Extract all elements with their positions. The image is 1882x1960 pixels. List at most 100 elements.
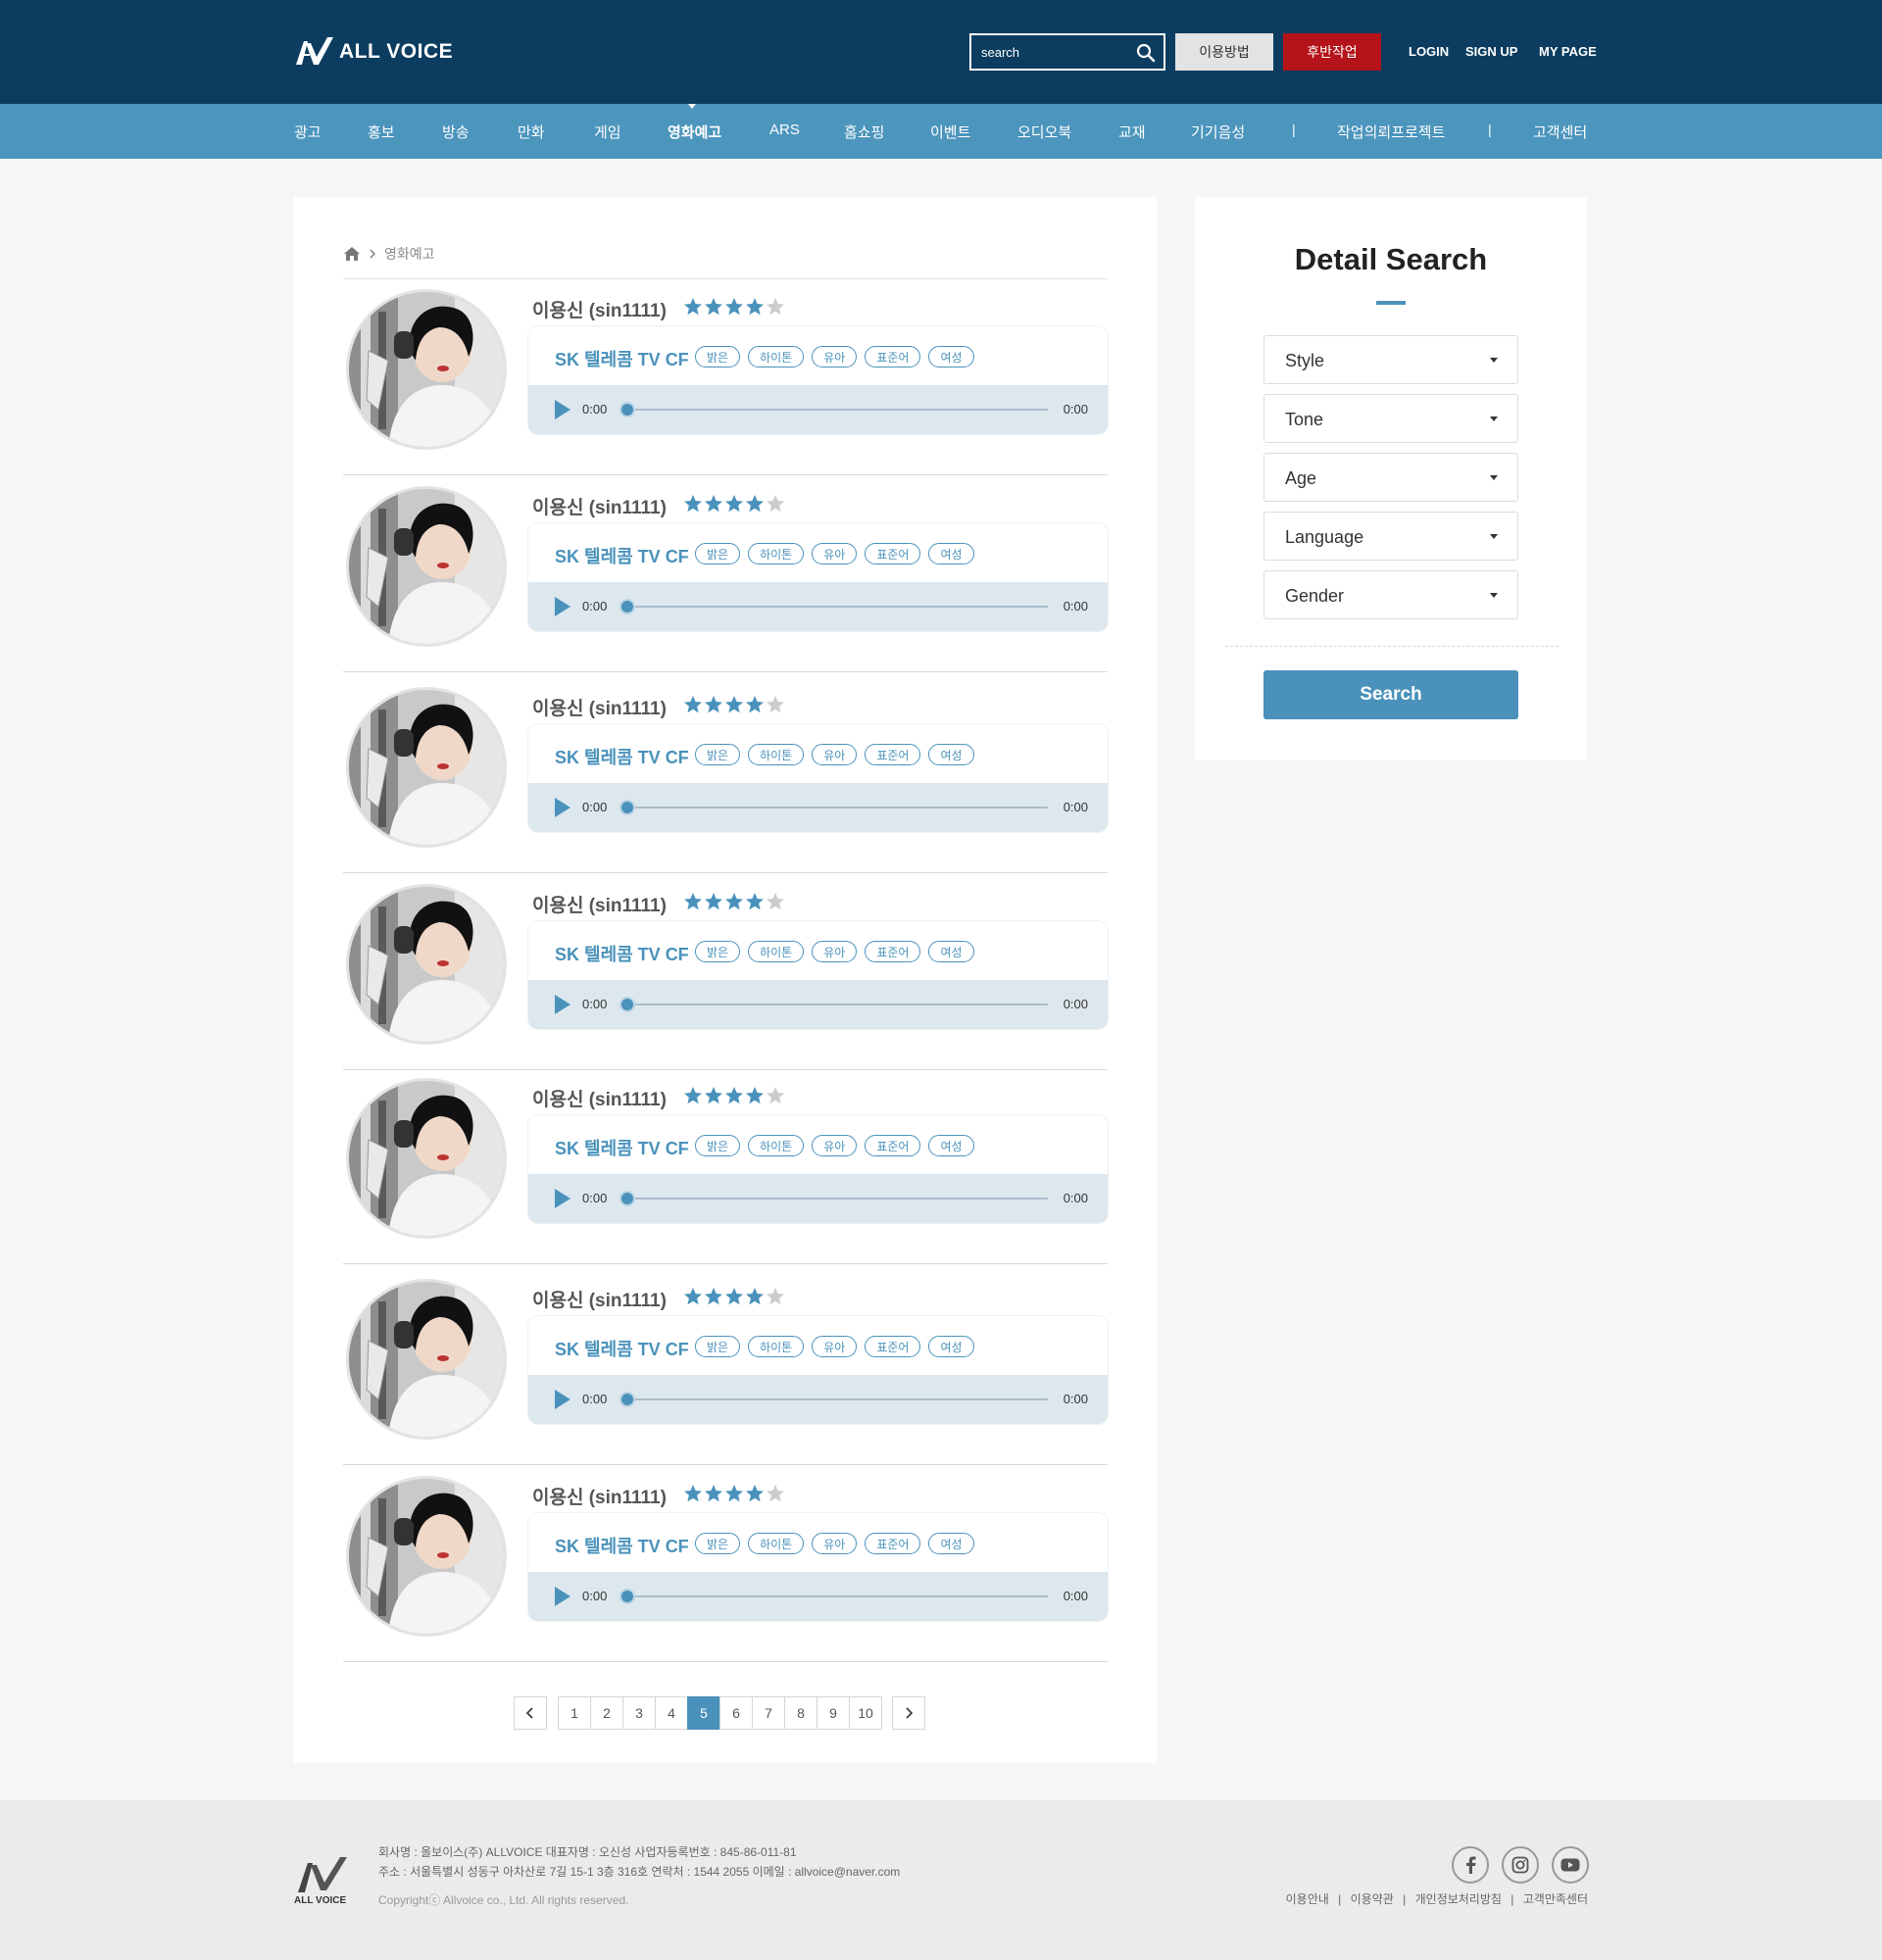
tag[interactable]: 밝은 (695, 941, 741, 962)
progress-handle[interactable] (619, 800, 635, 815)
tag[interactable]: 유아 (812, 1336, 858, 1357)
play-icon[interactable] (555, 1189, 570, 1208)
tag[interactable]: 여성 (928, 346, 974, 368)
page-button-current[interactable]: 5 (687, 1696, 720, 1730)
tag[interactable]: 하이톤 (748, 1135, 805, 1156)
progress-track[interactable] (626, 807, 1048, 808)
tone-select[interactable]: Tone (1263, 394, 1518, 443)
gender-select[interactable]: Gender (1263, 570, 1518, 619)
next-page-button[interactable] (892, 1696, 925, 1730)
instagram-icon[interactable] (1502, 1846, 1539, 1884)
youtube-icon[interactable] (1552, 1846, 1589, 1884)
tag[interactable]: 여성 (928, 941, 974, 962)
guide-button[interactable]: 이용방법 (1175, 33, 1273, 71)
tag[interactable]: 하이톤 (748, 1533, 805, 1554)
tag[interactable]: 여성 (928, 1135, 974, 1156)
tag[interactable]: 유아 (812, 941, 858, 962)
detail-search-button[interactable]: Search (1263, 670, 1518, 719)
logo[interactable]: ALL VOICE (294, 35, 453, 69)
sample-title[interactable]: SK 텔레콤 TV CF (555, 744, 689, 769)
tag[interactable]: 하이톤 (748, 346, 805, 368)
progress-track[interactable] (626, 606, 1048, 608)
page-button[interactable]: 10 (849, 1696, 882, 1730)
tag[interactable]: 표준어 (865, 1135, 921, 1156)
tag[interactable]: 밝은 (695, 744, 741, 765)
page-button[interactable]: 1 (558, 1696, 591, 1730)
tag[interactable]: 유아 (812, 1135, 858, 1156)
voice-actor-name[interactable]: 이용신 (sin1111) (532, 296, 667, 322)
page-button[interactable]: 7 (752, 1696, 785, 1730)
progress-handle[interactable] (619, 1589, 635, 1604)
avatar[interactable] (346, 1279, 507, 1440)
play-icon[interactable] (555, 1587, 570, 1606)
footer-link[interactable]: 개인정보처리방침 (1415, 1892, 1502, 1906)
search-input[interactable] (971, 35, 1128, 69)
nav-item-ars[interactable]: ARS (769, 122, 800, 138)
tag[interactable]: 하이톤 (748, 744, 805, 765)
tag[interactable]: 여성 (928, 1533, 974, 1554)
age-select[interactable]: Age (1263, 453, 1518, 502)
avatar[interactable] (346, 884, 507, 1045)
play-icon[interactable] (555, 1390, 570, 1409)
facebook-icon[interactable] (1452, 1846, 1489, 1884)
voice-actor-name[interactable]: 이용신 (sin1111) (532, 694, 667, 720)
nav-item-work-request[interactable]: 작업의뢰프로젝트 (1337, 122, 1445, 142)
page-button[interactable]: 3 (622, 1696, 656, 1730)
tag[interactable]: 표준어 (865, 941, 921, 962)
signup-link[interactable]: SIGN UP (1465, 44, 1517, 59)
sample-title[interactable]: SK 텔레콤 TV CF (555, 1135, 689, 1160)
page-button[interactable]: 4 (655, 1696, 688, 1730)
voice-actor-name[interactable]: 이용신 (sin1111) (532, 891, 667, 917)
nav-item-promo[interactable]: 홍보 (368, 122, 395, 142)
nav-item-event[interactable]: 이벤트 (930, 122, 970, 142)
tag[interactable]: 밝은 (695, 1533, 741, 1554)
mypage-link[interactable]: MY PAGE (1539, 44, 1597, 59)
nav-item-ad[interactable]: 광고 (294, 122, 322, 142)
play-icon[interactable] (555, 400, 570, 419)
play-icon[interactable] (555, 995, 570, 1014)
progress-track[interactable] (626, 1595, 1048, 1597)
avatar[interactable] (346, 486, 507, 647)
nav-item-customer-center[interactable]: 고객센터 (1533, 122, 1587, 142)
tag[interactable]: 표준어 (865, 346, 921, 368)
tag[interactable]: 표준어 (865, 1533, 921, 1554)
page-button[interactable]: 2 (590, 1696, 623, 1730)
tag[interactable]: 밝은 (695, 543, 741, 564)
page-button[interactable]: 8 (784, 1696, 817, 1730)
page-button[interactable]: 9 (817, 1696, 850, 1730)
page-button[interactable]: 6 (719, 1696, 753, 1730)
nav-item-comics[interactable]: 만화 (518, 122, 545, 142)
tag[interactable]: 표준어 (865, 1336, 921, 1357)
nav-item-game[interactable]: 게임 (594, 122, 621, 142)
progress-track[interactable] (626, 409, 1048, 411)
nav-item-textbook[interactable]: 교재 (1118, 122, 1146, 142)
progress-handle[interactable] (619, 997, 635, 1012)
nav-item-movie-trailer[interactable]: 영화예고 (668, 122, 721, 142)
tag[interactable]: 유아 (812, 744, 858, 765)
sample-title[interactable]: SK 텔레콤 TV CF (555, 1533, 689, 1558)
avatar[interactable] (346, 1476, 507, 1637)
sample-title[interactable]: SK 텔레콤 TV CF (555, 346, 689, 371)
tag[interactable]: 밝은 (695, 346, 741, 368)
nav-item-device-voice[interactable]: 기기음성 (1191, 122, 1245, 142)
tag[interactable]: 하이톤 (748, 543, 805, 564)
home-icon[interactable] (343, 246, 361, 262)
voice-actor-name[interactable]: 이용신 (sin1111) (532, 493, 667, 519)
style-select[interactable]: Style (1263, 335, 1518, 384)
sample-title[interactable]: SK 텔레콤 TV CF (555, 543, 689, 568)
voice-actor-name[interactable]: 이용신 (sin1111) (532, 1286, 667, 1312)
login-link[interactable]: LOGIN (1409, 44, 1449, 59)
language-select[interactable]: Language (1263, 512, 1518, 561)
progress-handle[interactable] (619, 599, 635, 614)
tag[interactable]: 유아 (812, 543, 858, 564)
progress-track[interactable] (626, 1004, 1048, 1005)
tag[interactable]: 표준어 (865, 744, 921, 765)
tag[interactable]: 표준어 (865, 543, 921, 564)
progress-handle[interactable] (619, 1392, 635, 1407)
voice-actor-name[interactable]: 이용신 (sin1111) (532, 1483, 667, 1509)
avatar[interactable] (346, 687, 507, 848)
progress-handle[interactable] (619, 1191, 635, 1206)
tag[interactable]: 여성 (928, 1336, 974, 1357)
play-icon[interactable] (555, 798, 570, 817)
footer-link[interactable]: 이용안내 (1286, 1892, 1329, 1906)
